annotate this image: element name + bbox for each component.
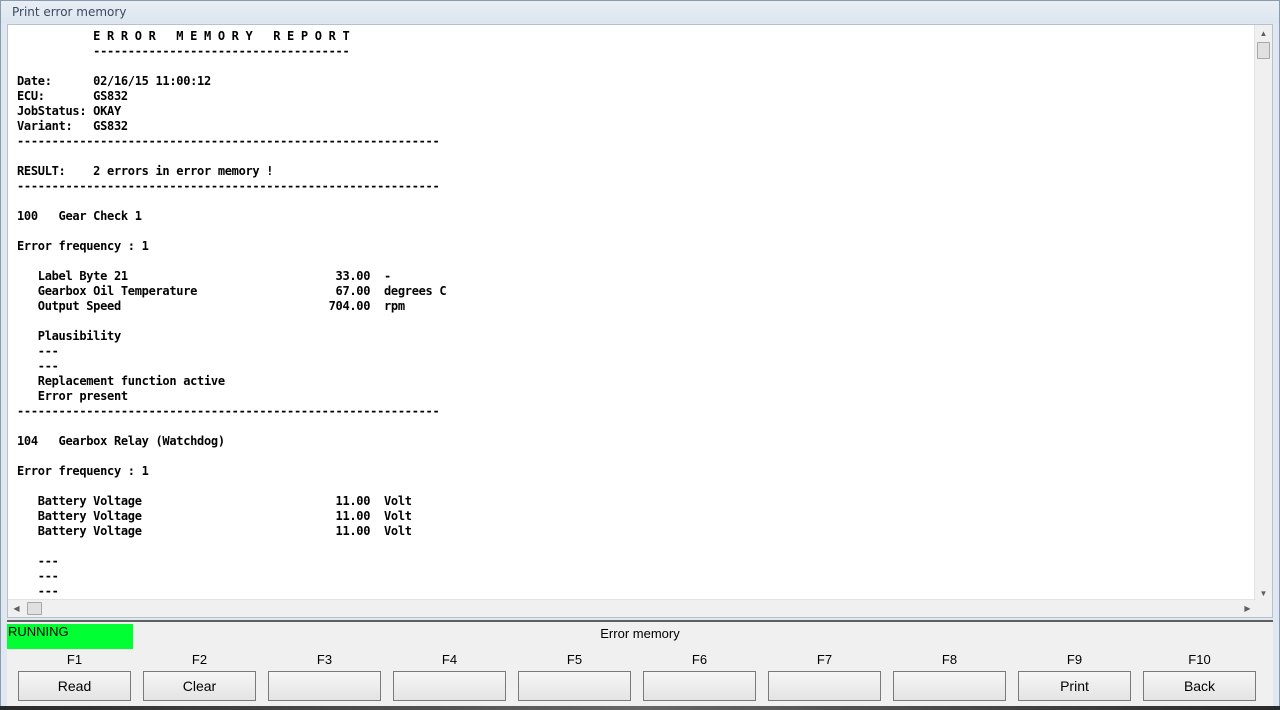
report-line: Battery Voltage 11.00 Volt — [37, 494, 412, 508]
report-line: ----------------------------------------… — [17, 179, 440, 193]
fkey-label-f3: F3 — [316, 652, 333, 667]
function-key-panel: Error memory RUNNING F1 Read F2 Clear F3 F4 F5… — [7, 620, 1273, 706]
report-line: JobStatus: OKAY — [17, 104, 121, 118]
app-window: Print error memory E R R O R M E M O R Y… — [0, 0, 1280, 710]
status-indicator: RUNNING — [7, 624, 133, 649]
report-line: ECU: GS832 — [17, 89, 128, 103]
error-memory-report: E R R O R M E M O R Y R E P O R T ------… — [17, 29, 447, 599]
report-line: RESULT: 2 errors in error memory ! — [17, 164, 274, 178]
fkey-label-f1: F1 — [66, 652, 83, 667]
fkey-label-f7: F7 — [816, 652, 833, 667]
fkey-f3-button[interactable] — [268, 671, 381, 701]
report-line: Output Speed 704.00 rpm — [37, 299, 405, 313]
report-line: ----------------------------------------… — [17, 404, 440, 418]
window-title: Print error memory — [12, 5, 127, 19]
report-line: ----------------------------------------… — [17, 134, 440, 148]
scroll-left-arrow-icon[interactable]: ◀ — [8, 600, 25, 617]
fkey-label-f4: F4 — [441, 652, 458, 667]
report-line: Plausibility — [37, 329, 121, 343]
report-view[interactable]: E R R O R M E M O R Y R E P O R T ------… — [7, 24, 1273, 618]
report-line: --- — [37, 359, 59, 373]
taskbar-edge — [0, 706, 1280, 710]
report-line: Error present — [37, 389, 128, 403]
report-line: --- — [37, 584, 59, 598]
scroll-up-arrow-icon[interactable]: ▲ — [1255, 25, 1272, 42]
fkey-label-f10: F10 — [1188, 652, 1211, 667]
fkey-f4-button[interactable] — [393, 671, 506, 701]
fkey-f7-button[interactable] — [768, 671, 881, 701]
report-line: Date: 02/16/15 11:00:12 — [17, 74, 211, 88]
status-title: Error memory — [600, 626, 680, 641]
report-line: --- — [37, 344, 59, 358]
report-line: Battery Voltage 11.00 Volt — [37, 509, 412, 523]
horizontal-scrollbar[interactable]: ◀ ▶ — [8, 599, 1256, 617]
fkey-f8-button[interactable] — [893, 671, 1006, 701]
report-line: Battery Voltage 11.00 Volt — [37, 524, 412, 538]
fkey-label-f8: F8 — [941, 652, 958, 667]
report-line: Replacement function active — [37, 374, 225, 388]
horizontal-scroll-thumb[interactable] — [27, 602, 42, 615]
read-button[interactable]: Read — [18, 671, 131, 701]
fkey-label-f6: F6 — [691, 652, 708, 667]
report-line: Error frequency : 1 — [17, 239, 149, 253]
report-line: Error frequency : 1 — [17, 464, 149, 478]
vertical-scroll-thumb[interactable] — [1257, 42, 1270, 59]
fkey-label-f2: F2 — [191, 652, 208, 667]
fkey-label-f5: F5 — [566, 652, 583, 667]
report-line: --- — [37, 569, 59, 583]
scrollbar-corner — [1255, 600, 1272, 617]
report-line: ------------------------------------- — [93, 44, 350, 58]
print-button[interactable]: Print — [1018, 671, 1131, 701]
report-line: Variant: GS832 — [17, 119, 128, 133]
report-line: E R R O R M E M O R Y R E P O R T — [93, 29, 350, 43]
back-button[interactable]: Back — [1143, 671, 1256, 701]
report-line: Label Byte 21 33.00 - — [37, 269, 391, 283]
vertical-scrollbar[interactable]: ▲ ▼ — [1254, 25, 1272, 602]
report-line: 104 Gearbox Relay (Watchdog) — [17, 434, 225, 448]
scroll-right-arrow-icon[interactable]: ▶ — [1239, 600, 1256, 617]
title-bar[interactable]: Print error memory — [1, 1, 1279, 23]
fkey-label-f9: F9 — [1066, 652, 1083, 667]
clear-button[interactable]: Clear — [143, 671, 256, 701]
fkey-f5-button[interactable] — [518, 671, 631, 701]
report-line: 100 Gear Check 1 — [17, 209, 142, 223]
fkey-f6-button[interactable] — [643, 671, 756, 701]
report-line: --- — [37, 554, 59, 568]
report-line: Gearbox Oil Temperature 67.00 degrees C — [37, 284, 447, 298]
